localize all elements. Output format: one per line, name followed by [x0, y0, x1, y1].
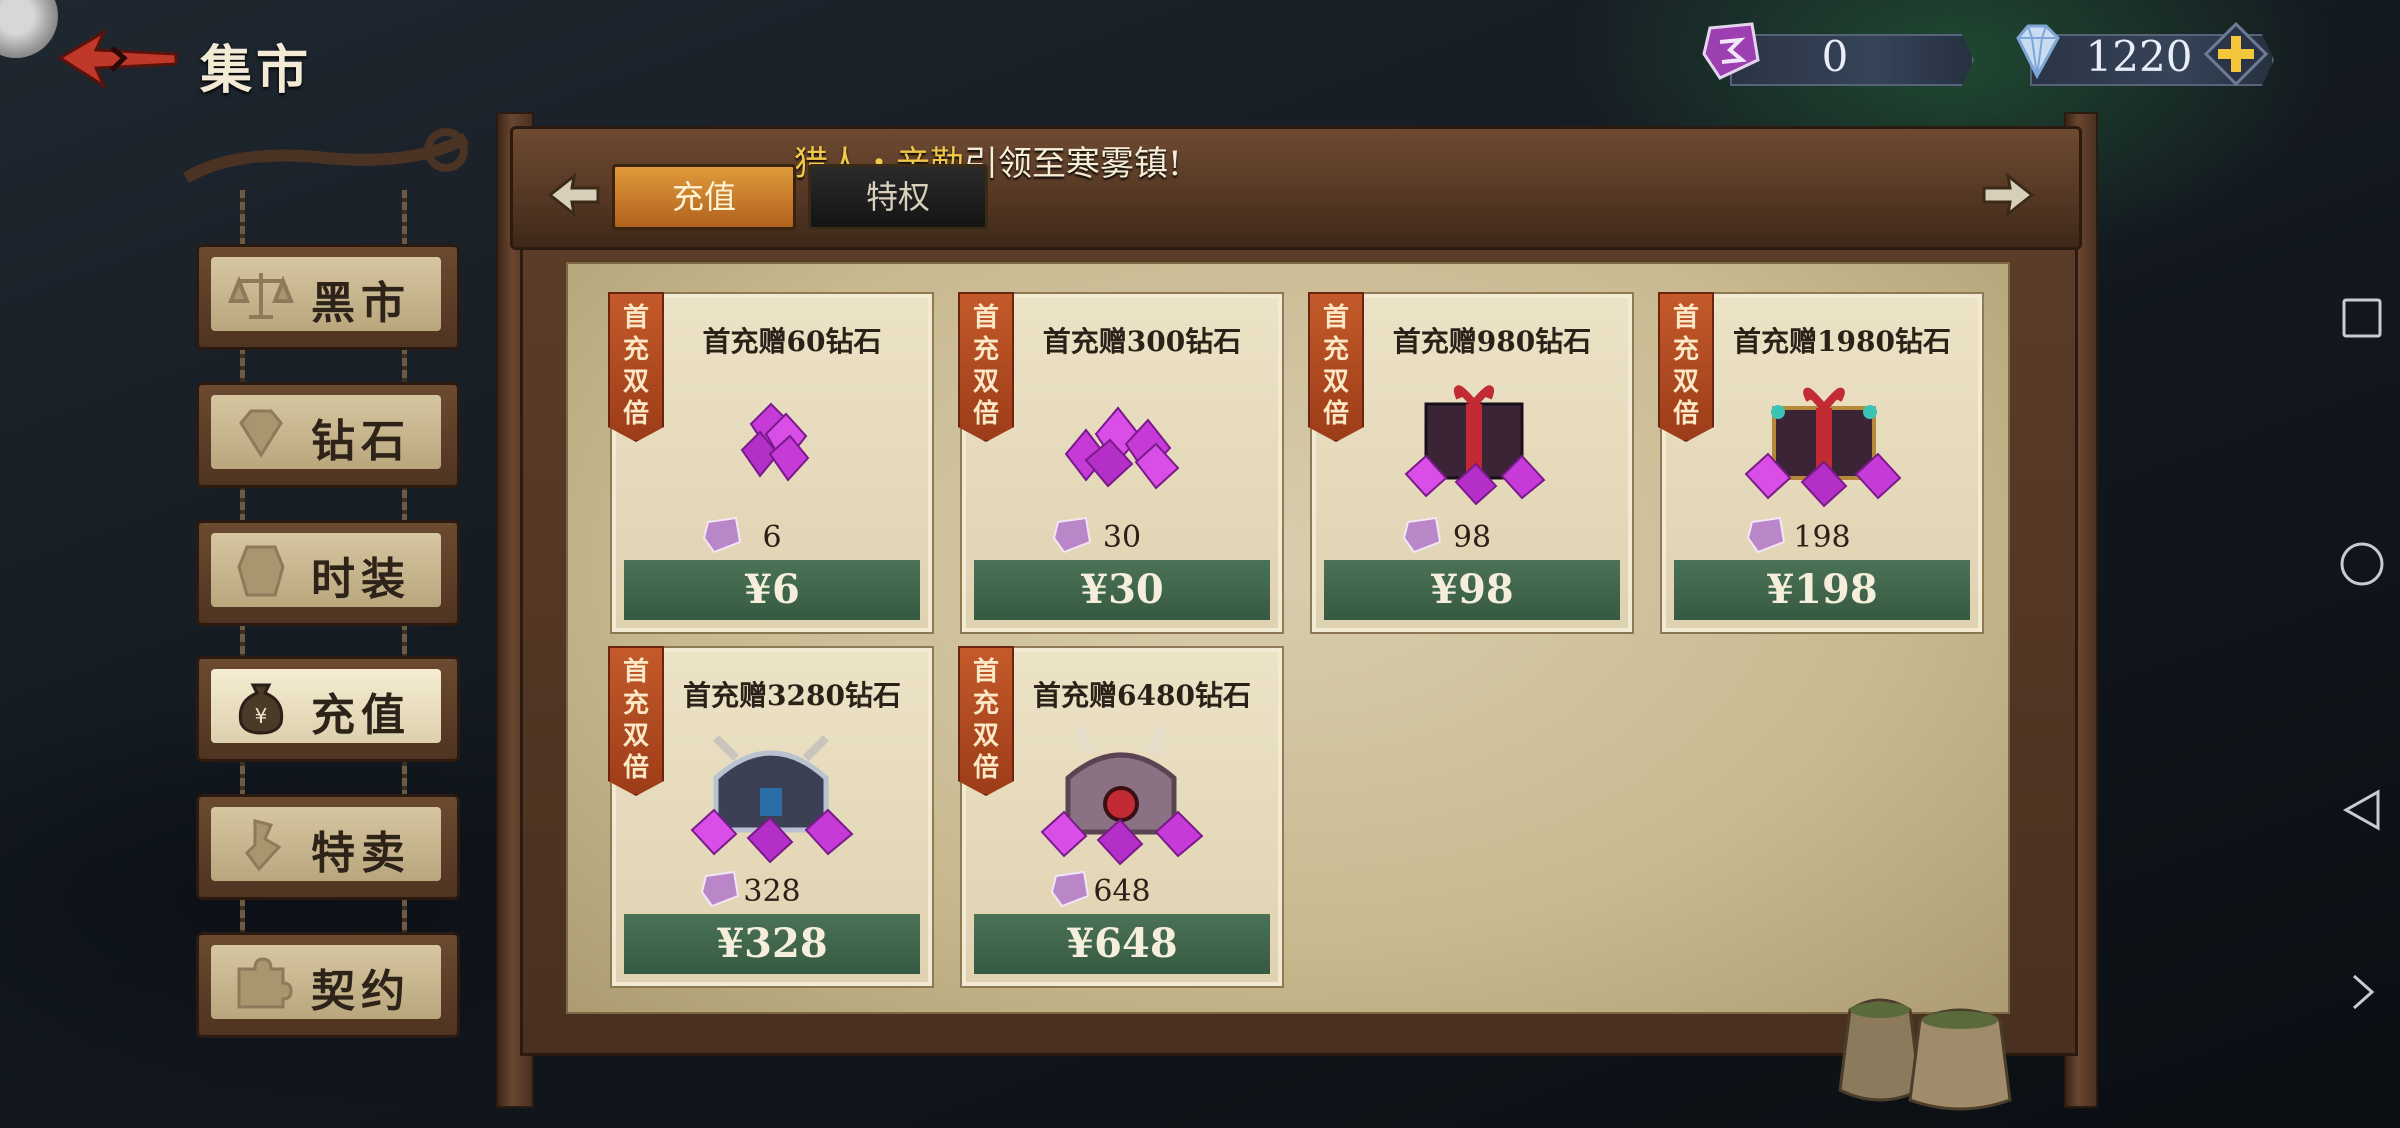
- price-button[interactable]: ¥328: [624, 914, 920, 974]
- token-amount: 198: [1793, 520, 1851, 555]
- puzzle-icon: [237, 957, 293, 1009]
- product-card-300[interactable]: 首充双倍 首充赠300钻石 30 ¥30: [958, 292, 1282, 632]
- token-amount: 6: [762, 520, 782, 555]
- token-amount: 648: [1093, 874, 1151, 909]
- token-amount: 328: [743, 874, 801, 909]
- token-icon: [1702, 22, 1760, 80]
- ornate-gift-box-icon: [1744, 387, 1902, 508]
- currency-a-value: 0: [1821, 32, 1849, 81]
- monster-chest-icon: [1040, 726, 1204, 866]
- product-title: 首充赠300钻石: [1042, 325, 1242, 358]
- recent-apps-icon[interactable]: [2338, 294, 2386, 342]
- sidebar-item-black-market[interactable]: 黑市: [196, 244, 460, 350]
- product-card-6480[interactable]: 首充双倍 首充赠6480钻石 648 ¥648: [958, 646, 1282, 986]
- price-button[interactable]: ¥6: [624, 560, 920, 620]
- product-title: 首充赠1980钻石: [1733, 325, 1951, 358]
- money-bag-icon: ¥: [238, 683, 284, 735]
- product-title: 首充赠6480钻石: [1033, 679, 1251, 712]
- costume-icon: [237, 545, 285, 597]
- price-button[interactable]: ¥648: [974, 914, 1270, 974]
- sidebar-item-diamonds[interactable]: 钻石: [196, 382, 460, 488]
- sidebar-item-label: 时装: [311, 554, 411, 605]
- coin-sacks-decoration: [1838, 998, 2012, 1111]
- token-amount: 30: [1102, 520, 1142, 555]
- svg-text:¥: ¥: [255, 704, 268, 728]
- chevron-right-icon[interactable]: [2338, 968, 2386, 1016]
- product-card-980[interactable]: 首充双倍 首充赠980钻石 98 ¥98: [1308, 292, 1632, 632]
- sign-bracket: [182, 128, 469, 184]
- sidebar-item-label: 充值: [311, 690, 411, 741]
- price-button[interactable]: ¥30: [974, 560, 1270, 620]
- product-title: 首充赠980钻石: [1392, 325, 1592, 358]
- sidebar-item-sale[interactable]: 特卖: [196, 794, 460, 900]
- product-card-1980[interactable]: 首充双倍 首充赠1980钻石 198 ¥198: [1658, 292, 1982, 632]
- corner-badge[interactable]: [0, 0, 58, 58]
- diamond-icon: [2016, 24, 2060, 80]
- sidebar-item-label: 黑市: [311, 278, 411, 329]
- page-title: 集市: [200, 40, 313, 101]
- product-card-3280[interactable]: 首充双倍 首充赠3280钻石 328 ¥328: [608, 646, 932, 986]
- gem-pile-small-icon: [740, 402, 810, 482]
- gift-box-icon: [1404, 385, 1546, 506]
- sidebar-item-costume[interactable]: 时装: [196, 520, 460, 626]
- sidebar-item-label: 契约: [311, 966, 411, 1017]
- token-amount: 98: [1452, 520, 1492, 555]
- armored-chest-icon: [690, 735, 854, 864]
- add-currency-button[interactable]: [2204, 22, 2268, 86]
- sidebar-item-label: 钻石: [311, 416, 411, 467]
- home-icon[interactable]: [2338, 540, 2386, 588]
- gem-pile-medium-icon: [1064, 406, 1180, 490]
- back-nav-icon[interactable]: [2338, 786, 2386, 834]
- sidebar-item-label: 特卖: [311, 828, 411, 879]
- product-title: 首充赠60钻石: [702, 325, 882, 358]
- product-card-60[interactable]: 首充双倍 首充赠60钻石 6 ¥6: [608, 292, 932, 632]
- currency-b-value: 1220: [2085, 32, 2193, 81]
- sidebar-item-recharge[interactable]: ¥ 充值: [196, 656, 460, 762]
- sale-icon: [245, 819, 282, 872]
- product-title: 首充赠3280钻石: [683, 679, 901, 712]
- scales-icon: [228, 273, 294, 319]
- price-button[interactable]: ¥98: [1324, 560, 1620, 620]
- tab-recharge[interactable]: 充值: [612, 164, 796, 230]
- tab-privilege[interactable]: 特权: [808, 164, 988, 230]
- next-arrow-icon[interactable]: [1978, 170, 2038, 220]
- banner-text: 引领至寒雾镇!: [964, 144, 1182, 184]
- back-arrow-icon[interactable]: [52, 28, 182, 90]
- price-button[interactable]: ¥198: [1674, 560, 1970, 620]
- sidebar-item-contract[interactable]: 契约: [196, 932, 460, 1038]
- prev-arrow-icon[interactable]: [544, 170, 604, 220]
- gem-icon: [239, 409, 283, 458]
